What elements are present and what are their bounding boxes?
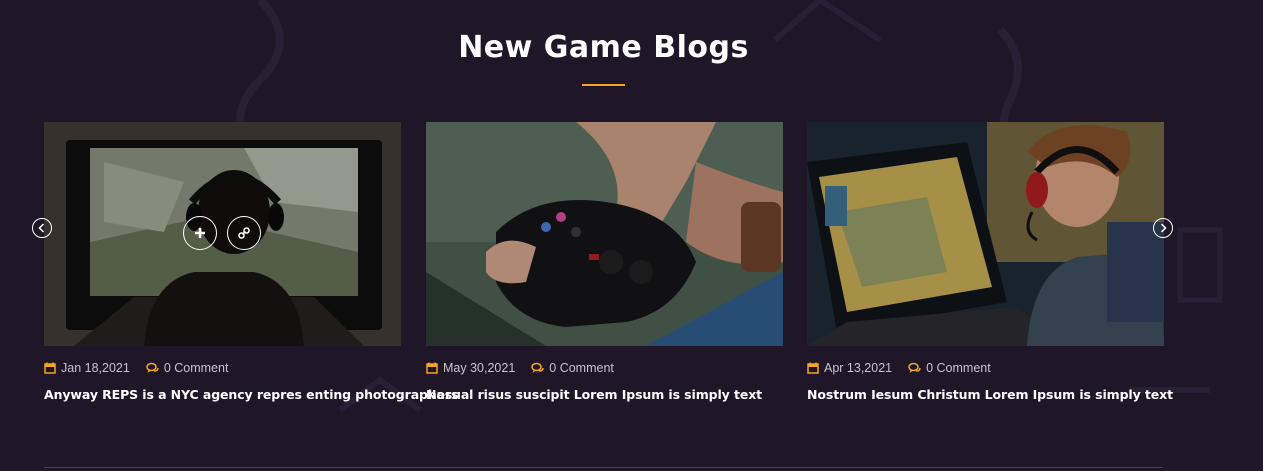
- blog-image[interactable]: [44, 122, 401, 346]
- title-underline: [582, 84, 625, 86]
- calendar-icon: [807, 362, 819, 374]
- post-meta: May 30,2021 0 Comment: [426, 360, 783, 376]
- blog-card[interactable]: Apr 13,2021 0 Comment Nostrum Iesum Chri…: [807, 122, 1173, 402]
- post-title[interactable]: Nostrum Iesum Christum Lorem Ipsum is si…: [807, 387, 1173, 402]
- post-comments[interactable]: 0 Comment: [164, 361, 229, 375]
- post-meta: Apr 13,2021 0 Comment: [807, 360, 1164, 376]
- section-title: New Game Blogs: [458, 30, 749, 65]
- chevron-right-icon[interactable]: [1153, 218, 1173, 238]
- plus-icon[interactable]: [183, 216, 217, 250]
- calendar-icon: [426, 362, 438, 374]
- post-date: Apr 13,2021: [824, 361, 893, 375]
- link-icon[interactable]: [227, 216, 261, 250]
- blog-image[interactable]: [807, 122, 1164, 346]
- calendar-icon: [44, 362, 56, 374]
- comments-icon: [531, 362, 545, 374]
- post-comments[interactable]: 0 Comment: [926, 361, 991, 375]
- blog-card[interactable]: Jan 18,2021 0 Comment Anyway REPS is a N…: [44, 122, 459, 402]
- chevron-left-icon[interactable]: [32, 218, 52, 238]
- blog-image[interactable]: [426, 122, 783, 346]
- divider: [44, 467, 1163, 468]
- blog-card[interactable]: May 30,2021 0 Comment Nasual risus susci…: [426, 122, 783, 402]
- comments-icon: [146, 362, 159, 374]
- post-title[interactable]: Anyway REPS is a NYC agency repres entin…: [44, 387, 459, 402]
- comments-icon: [908, 362, 921, 374]
- post-date: Jan 18,2021: [61, 361, 130, 375]
- post-meta: Jan 18,2021 0 Comment: [44, 360, 401, 376]
- post-date: May 30,2021: [443, 361, 516, 375]
- post-title[interactable]: Nasual risus suscipit Lorem Ipsum is sim…: [426, 387, 783, 402]
- post-comments[interactable]: 0 Comment: [549, 361, 614, 375]
